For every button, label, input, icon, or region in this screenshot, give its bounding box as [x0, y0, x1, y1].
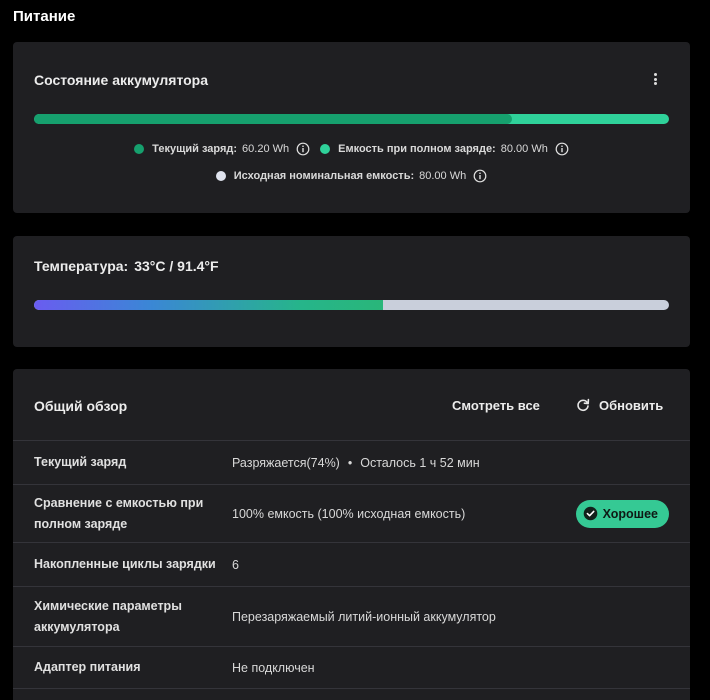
design-capacity-dot — [215, 171, 226, 181]
legend-design-capacity: Исходная номинальная емкость: 80.00 Wh — [215, 169, 487, 183]
refresh-button[interactable]: Обновить — [566, 391, 673, 419]
overview-title: Общий обзор — [34, 398, 128, 414]
row-value: Не подключен — [232, 660, 315, 675]
health-status-badge: Хорошее — [575, 499, 669, 528]
page-title: Питание — [13, 8, 76, 25]
info-icon[interactable] — [555, 142, 569, 156]
legend-current-charge: Текущий заряд: 60.20 Wh — [134, 142, 310, 156]
refresh-icon — [577, 398, 590, 412]
full-capacity-value: 80.00 Wh — [500, 143, 548, 155]
row-label: Текущий заряд — [34, 455, 127, 469]
check-circle-icon — [583, 506, 597, 521]
refresh-label: Обновить — [599, 397, 664, 413]
battery-charge-fill — [34, 114, 512, 124]
temperature-heading: Температура: 33°C / 91.4°F — [34, 258, 219, 274]
battery-status-title: Состояние аккумулятора — [34, 72, 209, 88]
temperature-value: 33°C / 91.4°F — [134, 258, 219, 274]
temperature-card: Температура: 33°C / 91.4°F — [13, 236, 690, 347]
row-value: 6 — [232, 557, 239, 572]
kebab-menu-icon[interactable] — [650, 72, 660, 86]
temperature-fill — [34, 300, 383, 310]
charge-status: Разряжается(74%) — [232, 455, 340, 470]
design-capacity-value: 80.00 Wh — [419, 170, 467, 182]
row-label: Накопленные циклы зарядки — [34, 557, 216, 571]
time-remaining: Осталось 1 ч 52 мин — [360, 455, 480, 470]
health-status-label: Хорошее — [602, 506, 658, 521]
see-all-button[interactable]: Смотреть все — [442, 391, 550, 419]
row-label: Химические параметры аккумулятора — [34, 598, 182, 634]
table-row: Сравнение с емкостью при полном заряде 1… — [13, 484, 690, 542]
info-icon[interactable] — [473, 169, 487, 183]
row-value: Перезаряжаемый литий-ионный аккумулятор — [232, 609, 496, 624]
row-value: Разряжается(74%) • Осталось 1 ч 52 мин — [232, 456, 480, 470]
overview-card: Общий обзор Смотреть все Обновить Текущи… — [13, 369, 690, 700]
overview-table: Текущий заряд Разряжается(74%) • Осталось … — [13, 440, 690, 689]
table-row: Адаптер питания Не подключен — [13, 646, 690, 689]
current-charge-label: Текущий заряд: — [152, 143, 238, 155]
row-label: Сравнение с емкостью при полном заряде — [34, 495, 204, 531]
design-capacity-label: Исходная номинальная емкость: — [233, 170, 415, 182]
row-label: Адаптер питания — [34, 660, 141, 674]
current-charge-dot — [134, 144, 145, 154]
table-row: Химические параметры аккумулятора Переза… — [13, 586, 690, 646]
bullet-separator: • — [347, 455, 353, 470]
row-value: 100% емкость (100% исходная емкость) — [232, 506, 466, 521]
temperature-label: Температура: — [34, 258, 129, 274]
battery-charge-bar — [34, 114, 669, 124]
info-icon[interactable] — [296, 142, 310, 156]
full-capacity-label: Емкость при полном заряде: — [338, 143, 496, 155]
table-row: Текущий заряд Разряжается(74%) • Осталось … — [13, 440, 690, 484]
current-charge-value: 60.20 Wh — [242, 143, 290, 155]
table-row: Накопленные циклы зарядки 6 — [13, 542, 690, 586]
full-capacity-dot — [320, 144, 331, 154]
legend-full-capacity: Емкость при полном заряде: 80.00 Wh — [320, 142, 569, 156]
battery-status-card: Состояние аккумулятора Текущий заряд: 60… — [13, 42, 690, 213]
temperature-bar — [34, 300, 669, 310]
